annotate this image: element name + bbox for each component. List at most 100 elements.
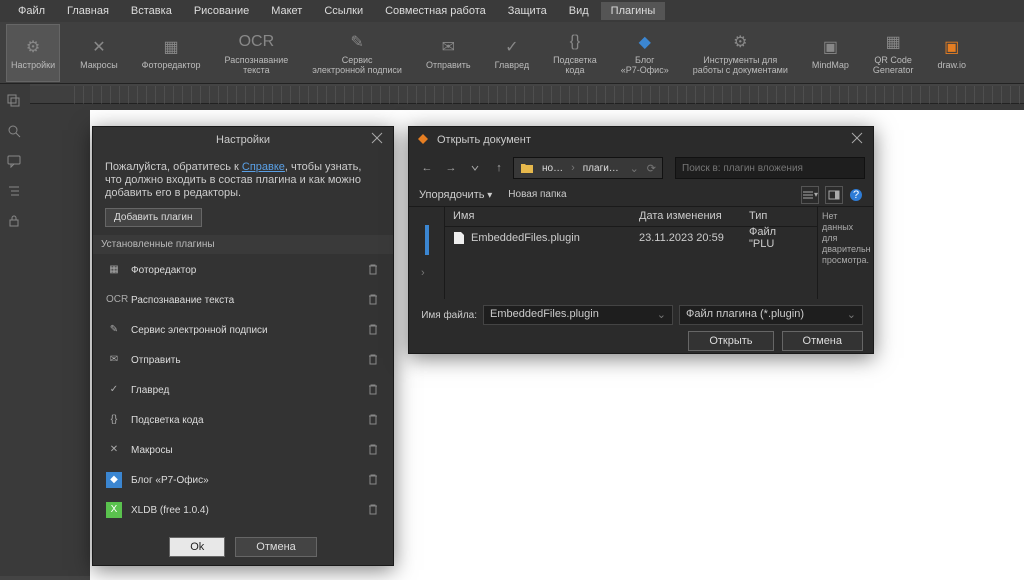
- comment-icon[interactable]: [7, 154, 23, 170]
- ribbon-icon: OCR: [245, 31, 267, 53]
- refresh-icon[interactable]: ⟳: [647, 162, 656, 175]
- cancel-button[interactable]: Отмена: [235, 537, 316, 557]
- horizontal-ruler: [30, 86, 1024, 104]
- open-toolbar: Упорядочить ▾ Новая папка ▾ ?: [409, 183, 873, 207]
- ribbon-4[interactable]: ✎Сервисэлектронной подписи: [308, 24, 406, 82]
- ribbon-label: Отправить: [426, 60, 471, 70]
- trash-icon[interactable]: [367, 503, 381, 517]
- plugin-row[interactable]: ▦ Фоторедактор: [105, 258, 381, 282]
- menu-главная[interactable]: Главная: [57, 2, 119, 20]
- installed-plugins-header: Установленные плагины: [93, 235, 393, 254]
- trash-icon[interactable]: [367, 323, 381, 337]
- menu-макет[interactable]: Макет: [261, 2, 312, 20]
- new-folder-button[interactable]: Новая папка: [508, 189, 566, 200]
- plugin-name: Распознавание текста: [131, 295, 359, 306]
- col-header-date[interactable]: Дата изменения: [635, 207, 745, 226]
- headings-icon[interactable]: [7, 184, 23, 200]
- ribbon-3[interactable]: OCRРаспознаваниетекста: [221, 24, 293, 82]
- ok-button[interactable]: Ok: [169, 537, 225, 557]
- menu-рисование[interactable]: Рисование: [184, 2, 259, 20]
- file-row[interactable]: EmbeddedFiles.plugin 23.11.2023 20:59 Фа…: [445, 227, 817, 249]
- nav-back-icon[interactable]: ←: [417, 158, 437, 178]
- plugin-icon: ▦: [105, 261, 123, 279]
- plugin-row[interactable]: ✉Отправить: [105, 348, 381, 372]
- plugin-name: Главред: [131, 385, 359, 396]
- plugin-name: Фоторедактор: [131, 265, 359, 276]
- ribbon-0[interactable]: ⚙Настройки: [6, 24, 60, 82]
- plugin-row[interactable]: XXLDB (free 1.0.4): [105, 498, 381, 522]
- ribbon-11[interactable]: ▦QR CodeGenerator: [869, 24, 918, 82]
- lock-icon[interactable]: [7, 214, 23, 230]
- ribbon-label: Сервисэлектронной подписи: [312, 55, 402, 75]
- help-link[interactable]: Справке: [242, 161, 285, 173]
- filename-input[interactable]: EmbeddedFiles.plugin⌄: [483, 305, 673, 325]
- trash-icon[interactable]: [367, 383, 381, 397]
- sort-button[interactable]: Упорядочить ▾: [419, 189, 492, 201]
- plugin-icon: {}: [105, 411, 123, 429]
- ribbon-7[interactable]: {}Подсветкакода: [549, 24, 601, 82]
- close-icon[interactable]: [371, 132, 387, 148]
- plugin-icon: ✎: [105, 321, 123, 339]
- breadcrumb[interactable]: но…› плаги… ⌄ ⟳: [513, 157, 663, 179]
- menu-совместная работа[interactable]: Совместная работа: [375, 2, 496, 20]
- trash-icon[interactable]: [367, 293, 381, 307]
- open-body: › Имя Дата изменения Тип EmbeddedFiles.p…: [409, 207, 873, 299]
- ribbon-2[interactable]: ▦Фоторедактор: [138, 24, 205, 82]
- trash-icon[interactable]: [367, 473, 381, 487]
- search-icon[interactable]: [7, 124, 23, 140]
- col-header-name[interactable]: Имя: [445, 207, 635, 226]
- plugin-row[interactable]: ✓Главред: [105, 378, 381, 402]
- ribbon-1[interactable]: ✕Макросы: [76, 24, 122, 82]
- menu-файл[interactable]: Файл: [8, 2, 55, 20]
- plugin-row[interactable]: {}Подсветка кода: [105, 408, 381, 432]
- menu-защита[interactable]: Защита: [498, 2, 557, 20]
- settings-title-text: Настройки: [216, 134, 270, 146]
- ribbon-5[interactable]: ✉Отправить: [422, 24, 475, 82]
- file-type: Файл "PLU: [745, 223, 805, 253]
- filename-value: EmbeddedFiles.plugin: [490, 308, 599, 320]
- settings-dialog-title: Настройки: [93, 127, 393, 153]
- plugin-icon: ✕: [105, 441, 123, 459]
- ribbon-6[interactable]: ✓Главред: [491, 24, 533, 82]
- plugin-row[interactable]: ✎Сервис электронной подписи: [105, 318, 381, 342]
- nav-up-icon[interactable]: ↑: [489, 158, 509, 178]
- view-list-icon[interactable]: ▾: [801, 186, 819, 204]
- ribbon-label: draw.io: [937, 60, 966, 70]
- trash-icon[interactable]: [367, 413, 381, 427]
- search-input[interactable]: [675, 157, 865, 179]
- crumb-seg-1[interactable]: но…: [538, 163, 567, 174]
- filetype-select[interactable]: Файл плагина (*.plugin)⌄: [679, 305, 863, 325]
- ribbon-12[interactable]: ▣draw.io: [933, 24, 970, 82]
- trash-icon[interactable]: [367, 263, 381, 277]
- preview-toggle-icon[interactable]: [825, 186, 843, 204]
- ribbon-icon: ⚙: [729, 31, 751, 53]
- add-plugin-button[interactable]: Добавить плагин: [105, 208, 202, 227]
- menu-ссылки[interactable]: Ссылки: [314, 2, 373, 20]
- app-icon: [417, 133, 431, 147]
- settings-dialog: Настройки Пожалуйста, обратитесь к Справ…: [92, 126, 394, 566]
- ribbon-9[interactable]: ⚙Инструменты дляработы с документами: [689, 24, 792, 82]
- ribbon-8[interactable]: ◆Блог«Р7-Офис»: [617, 24, 673, 82]
- plugin-row[interactable]: ✕Макросы: [105, 438, 381, 462]
- menu-плагины[interactable]: Плагины: [601, 2, 666, 20]
- open-button[interactable]: Открыть: [688, 331, 773, 351]
- copy-icon[interactable]: [7, 94, 23, 110]
- chevron-down-icon[interactable]: ⌄: [630, 162, 639, 175]
- crumb-seg-2[interactable]: плаги…: [579, 163, 623, 174]
- chevron-right-icon[interactable]: ›: [421, 267, 444, 279]
- folder-icon: [520, 162, 534, 174]
- ribbon-icon: ▦: [882, 31, 904, 53]
- menu-вставка[interactable]: Вставка: [121, 2, 182, 20]
- cancel-open-button[interactable]: Отмена: [782, 331, 863, 351]
- plugin-row[interactable]: OCRРаспознавание текста: [105, 288, 381, 312]
- nav-forward-icon[interactable]: →: [441, 158, 461, 178]
- nav-recent-icon[interactable]: [465, 158, 485, 178]
- help-icon[interactable]: ?: [849, 188, 863, 202]
- plugin-row[interactable]: ◆Блог «Р7-Офис»: [105, 468, 381, 492]
- trash-icon[interactable]: [367, 443, 381, 457]
- plugin-icon: X: [105, 501, 123, 519]
- close-icon[interactable]: [851, 132, 867, 148]
- ribbon-10[interactable]: ▣MindMap: [808, 24, 853, 82]
- menu-вид[interactable]: Вид: [559, 2, 599, 20]
- trash-icon[interactable]: [367, 353, 381, 367]
